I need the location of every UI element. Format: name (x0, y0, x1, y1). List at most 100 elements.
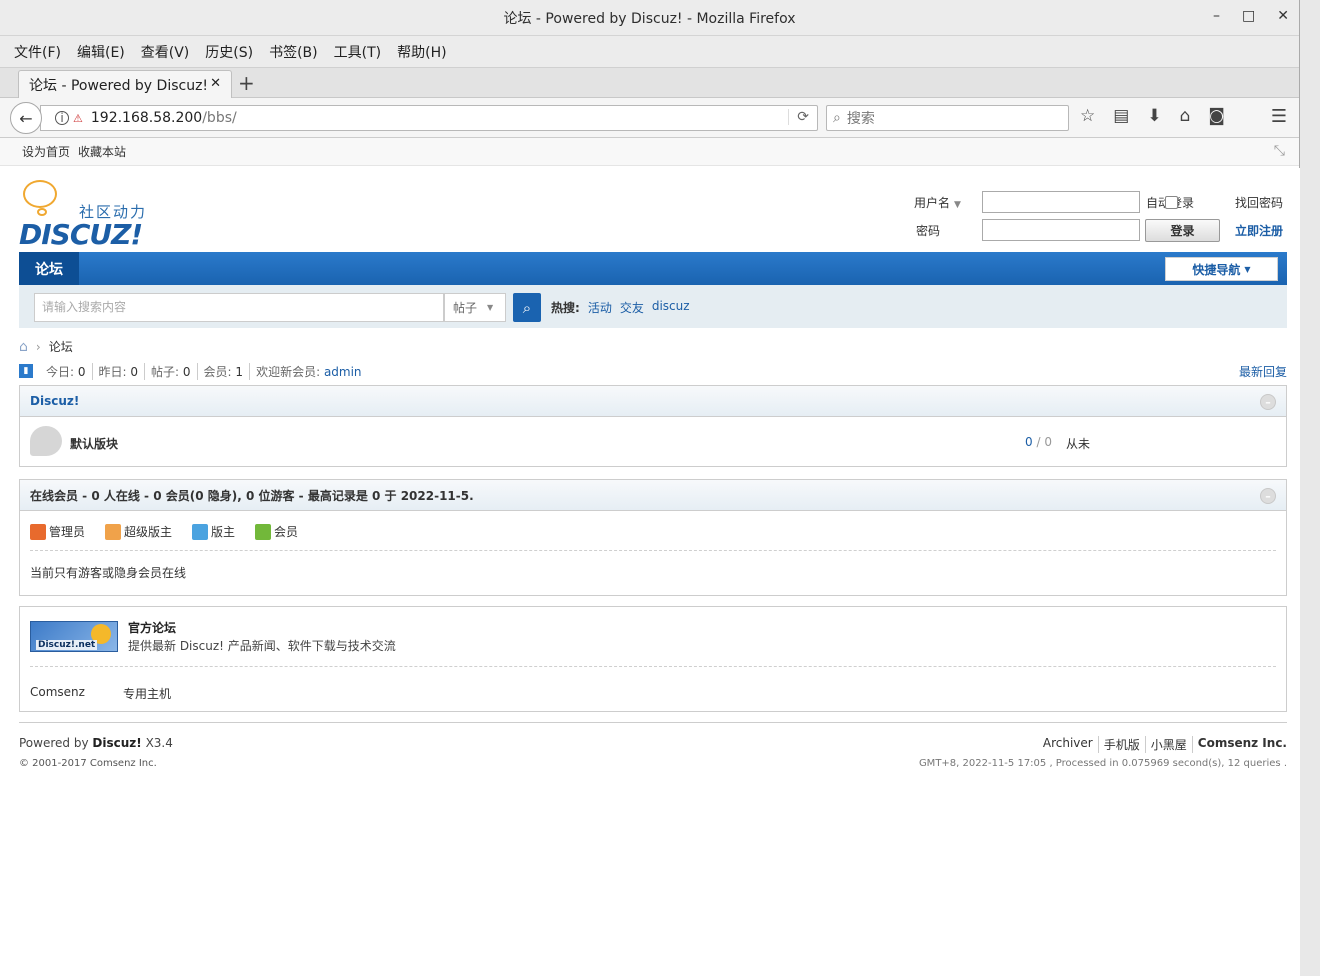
stat-members: 会员: 1 (198, 362, 251, 380)
browser-search-placeholder: 搜索 (846, 111, 875, 127)
reading-list-icon[interactable]: ▤ (1113, 106, 1129, 126)
hot-keyword[interactable]: discuz (652, 299, 690, 316)
forum-stats: ▮ 今日: 0 昨日: 0 帖子: 0 会员: 1 欢迎新会员: admin 最… (19, 362, 1287, 380)
logo-brand: DISCUZ! (19, 218, 143, 251)
login-button[interactable]: 登录 (1145, 219, 1220, 242)
footer-link-blackroom[interactable]: 小黑屋 (1146, 736, 1193, 753)
admin-user-icon (30, 523, 46, 540)
bookmark-set-homepage[interactable]: 设为首页 (22, 143, 70, 160)
reload-icon[interactable]: ⟳ (788, 109, 809, 125)
featured-link-name[interactable]: 官方论坛 (128, 619, 176, 636)
download-icon[interactable]: ⬇ (1147, 106, 1161, 126)
bookmark-star-icon[interactable]: ☆ (1080, 106, 1095, 126)
menu-file[interactable]: 文件(F) (14, 42, 61, 62)
stats-chart-icon[interactable]: ▮ (19, 364, 33, 378)
home-icon[interactable]: ⌂ (1180, 106, 1191, 126)
text-link[interactable]: 专用主机 (123, 685, 171, 702)
login-form: 用户名▼ 密码 自动登录 登录 找回密码 立即注册 (912, 190, 1292, 246)
stat-today: 今日: 0 (40, 362, 93, 380)
close-window-button[interactable]: ✕ (1277, 8, 1289, 24)
url-bar[interactable]: i ⚠ 192.168.58.200/bbs/ ⟳ (40, 105, 818, 131)
collapse-icon[interactable]: – (1260, 488, 1276, 504)
menu-edit[interactable]: 编辑(E) (77, 42, 125, 62)
username-label[interactable]: 用户名 ▼ (914, 194, 961, 211)
copyright: © 2001-2017 Comsenz Inc. (19, 758, 157, 769)
friend-links-box: Discuz!.net 官方论坛 提供最新 Discuz! 产品新闻、软件下载与… (19, 606, 1287, 712)
stat-posts: 帖子: 0 (145, 362, 198, 380)
hot-keyword[interactable]: 交友 (620, 299, 644, 316)
menu-view[interactable]: 查看(V) (141, 42, 190, 62)
url-host: 192.168.58.200 (90, 110, 203, 126)
moderator-user-icon (192, 523, 209, 540)
collapse-icon[interactable]: ⤡ (1274, 143, 1285, 159)
footer-divider (19, 722, 1287, 723)
password-input[interactable] (982, 219, 1140, 241)
forum-search-input[interactable]: 请输入搜索内容 (34, 293, 444, 322)
discuz-logo[interactable]: 社区动力 DISCUZ! (19, 178, 159, 251)
footer-link-mobile[interactable]: 手机版 (1099, 736, 1146, 753)
close-tab-icon[interactable]: ✕ (210, 76, 221, 91)
autologin-checkbox[interactable]: 自动登录 (1146, 194, 1194, 211)
info-icon[interactable]: i (55, 111, 69, 125)
pocket-icon[interactable]: ◙ (1208, 106, 1225, 126)
username-input[interactable] (982, 191, 1140, 213)
bookmark-bar: 设为首页 收藏本站 ⤡ (0, 138, 1299, 166)
search-submit-button[interactable]: ⌕ (513, 293, 541, 322)
member-legend: 管理员 超级版主 版主 会员 (30, 523, 298, 540)
category-title[interactable]: Discuz! (30, 394, 79, 408)
chevron-down-icon: ▼ (487, 303, 494, 312)
menu-bookmarks[interactable]: 书签(B) (269, 42, 318, 62)
window-title: 论坛 - Powered by Discuz! - Mozilla Firefo… (503, 10, 796, 27)
legend-member: 会员 (255, 523, 298, 540)
online-members-box: 在线会员 - 0 人在线 - 0 会员(0 隐身), 0 位游客 - 最高记录是… (19, 479, 1287, 596)
hot-searches: 热搜: 活动 交友 discuz (551, 299, 690, 316)
divider (30, 550, 1276, 551)
online-header-text[interactable]: 在线会员 - 0 人在线 - 0 会员(0 隐身), 0 位游客 - 最高记录是… (30, 487, 474, 504)
forgot-password-link[interactable]: 找回密码 (1235, 194, 1283, 211)
password-label: 密码 (916, 224, 941, 238)
breadcrumb-current[interactable]: 论坛 (49, 338, 73, 355)
url-path: /bbs/ (202, 110, 237, 126)
menu-help[interactable]: 帮助(H) (397, 42, 446, 62)
forum-name[interactable]: 默认版块 (70, 435, 118, 452)
category-box: Discuz! – 默认版块 0 / 0 从未 (19, 385, 1287, 467)
maximize-button[interactable]: □ (1242, 8, 1255, 24)
title-bar: 论坛 - Powered by Discuz! - Mozilla Firefo… (0, 0, 1299, 36)
tab-forum[interactable]: 论坛 - Powered by Discuz! ✕ (18, 70, 232, 98)
insecure-lock-icon[interactable]: ⚠ (73, 112, 83, 125)
back-button[interactable]: ← (10, 102, 42, 134)
minimize-button[interactable]: – (1213, 8, 1220, 24)
hot-keyword[interactable]: 活动 (588, 299, 612, 316)
collapse-icon[interactable]: – (1260, 394, 1276, 410)
forum-counts: 0 / 0 (1025, 435, 1052, 449)
footer-link-archiver[interactable]: Archiver (1038, 736, 1099, 753)
navigation-bar: i ⚠ 192.168.58.200/bbs/ ⟳ ← ⌕ 搜索 ☆ ▤ ⬇ ⌂… (0, 98, 1299, 138)
text-link[interactable]: Comsenz (30, 685, 85, 699)
legend-admin: 管理员 (30, 523, 85, 540)
hamburger-menu-icon[interactable]: ☰ (1271, 106, 1287, 127)
browser-search-box[interactable]: ⌕ 搜索 (826, 105, 1069, 131)
checkbox-icon (1165, 196, 1178, 209)
window-controls: – □ ✕ (1213, 8, 1289, 24)
forum-bubble-icon (30, 426, 62, 456)
register-link[interactable]: 立即注册 (1235, 222, 1283, 239)
nav-forum-tab[interactable]: 论坛 (19, 252, 79, 285)
menu-history[interactable]: 历史(S) (205, 42, 253, 62)
discuz-net-logo[interactable]: Discuz!.net (30, 621, 118, 652)
search-type-select[interactable]: 帖子 ▼ (444, 293, 506, 322)
menu-tools[interactable]: 工具(T) (334, 42, 381, 62)
hot-search-label: 热搜: (551, 301, 580, 315)
newest-member-link[interactable]: admin (324, 365, 362, 379)
footer-link-comsenz[interactable]: Comsenz Inc. (1193, 736, 1287, 753)
bookmark-add-favorite[interactable]: 收藏本站 (78, 143, 126, 160)
home-icon[interactable]: ⌂ (19, 339, 28, 355)
browser-window: 论坛 - Powered by Discuz! - Mozilla Firefo… (0, 0, 1300, 976)
latest-replies-link[interactable]: 最新回复 (1239, 363, 1287, 380)
quick-nav-button[interactable]: 快捷导航 ▼ (1165, 257, 1278, 281)
category-header: Discuz! – (20, 386, 1286, 417)
main-nav: 论坛 快捷导航 ▼ (19, 252, 1287, 285)
discuz-link[interactable]: Discuz! (92, 736, 141, 750)
search-icon: ⌕ (522, 298, 532, 317)
page-content: 社区动力 DISCUZ! 用户名▼ 密码 自动登录 登录 找回密码 立即注册 论… (0, 168, 1300, 976)
new-tab-icon[interactable]: + (238, 71, 255, 95)
